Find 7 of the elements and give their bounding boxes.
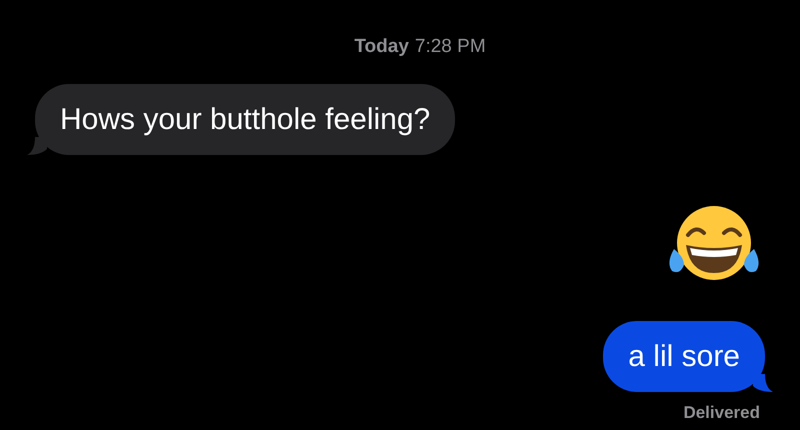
- bubble-tail: [753, 374, 773, 392]
- sent-message-bubble: a lil sore: [603, 320, 765, 392]
- timestamp-day: Today: [354, 33, 409, 62]
- received-message-bubble: Hows your butthole feeling?: [35, 84, 456, 154]
- delivery-status: Delivered: [683, 402, 760, 424]
- timestamp-time: 7:28 PM: [414, 35, 486, 59]
- bubble-tail: [27, 136, 47, 154]
